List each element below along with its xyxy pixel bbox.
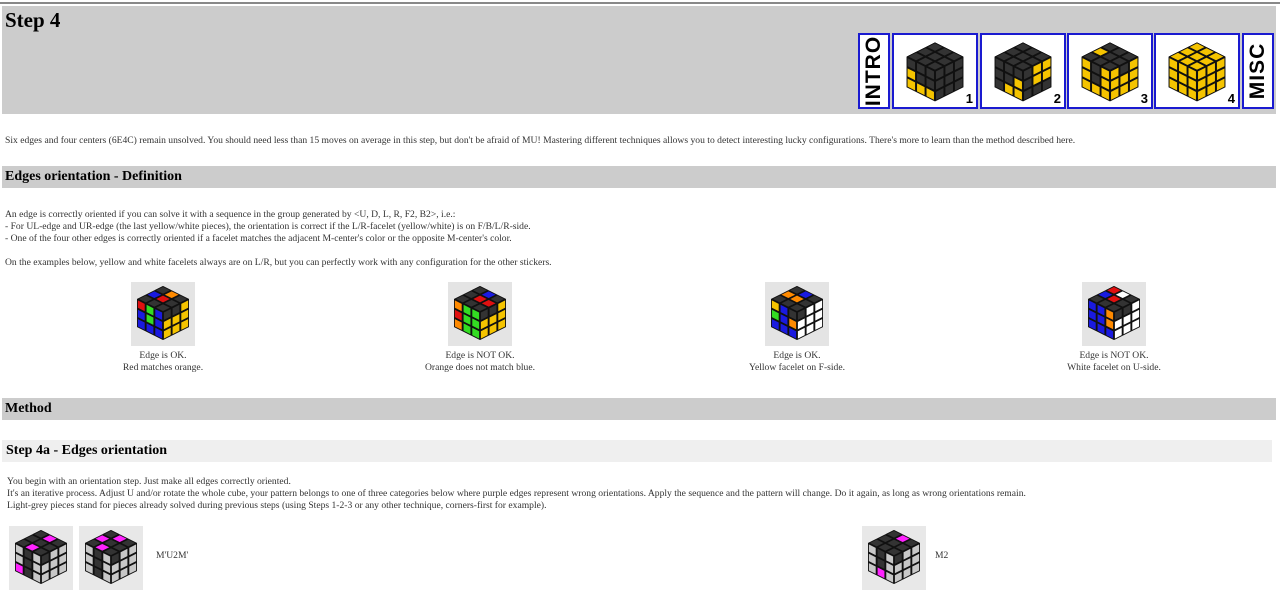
nav-step-number: 4 xyxy=(1227,91,1235,106)
definition-note: On the examples below, yellow and white … xyxy=(5,257,552,268)
example-edge-not-ok-2: Edge is NOT OK. White facelet on U-side. xyxy=(1014,282,1214,374)
top-rule xyxy=(0,2,1280,4)
definition-section-header: Edges orientation - Definition xyxy=(2,166,1276,188)
cube-example-4-image xyxy=(1082,282,1146,346)
cube-example-2-image xyxy=(448,282,512,346)
page-header: Step 4 INTRO 1 2 3 4 MISC xyxy=(2,6,1276,114)
definition-heading: Edges orientation - Definition xyxy=(5,169,182,184)
example-caption: Edge is NOT OK. Orange does not match bl… xyxy=(424,350,536,373)
nav-step-number: 2 xyxy=(1053,91,1061,106)
definition-line: - For UL-edge and UR-edge (the last yell… xyxy=(5,221,531,232)
orientation-pattern-image xyxy=(79,526,143,590)
definition-line: - One of the four other edges is correct… xyxy=(5,233,512,244)
definition-line: An edge is correctly oriented if you can… xyxy=(5,209,456,220)
step4a-line: You begin with an orientation step. Just… xyxy=(7,476,291,487)
cube-example-3-image xyxy=(765,282,829,346)
nav-step-number: 1 xyxy=(965,91,973,106)
nav-misc-link[interactable]: MISC xyxy=(1242,33,1274,109)
step4a-line: It's an iterative process. Adjust U and/… xyxy=(7,488,1026,499)
cube-step4-icon xyxy=(1168,42,1226,102)
nav-step-4-link[interactable]: 4 xyxy=(1154,33,1240,109)
example-caption: Edge is OK. Yellow facelet on F-side. xyxy=(748,350,845,373)
nav-intro-link[interactable]: INTRO xyxy=(858,33,890,109)
cube-step2-icon xyxy=(994,42,1052,102)
example-edge-ok-2: Edge is OK. Yellow facelet on F-side. xyxy=(697,282,897,374)
orientation-pattern-image xyxy=(9,526,73,590)
nav-step-3-link[interactable]: 3 xyxy=(1067,33,1153,109)
example-edge-not-ok-1: Edge is NOT OK. Orange does not match bl… xyxy=(380,282,580,374)
nav-step-1-link[interactable]: 1 xyxy=(892,33,978,109)
method-section-header: Method xyxy=(2,398,1276,420)
step4a-subsection-header: Step 4a - Edges orientation xyxy=(2,440,1272,462)
algorithm-sequence: M2 xyxy=(935,550,949,561)
cube-step3-icon xyxy=(1081,42,1139,102)
method-heading: Method xyxy=(5,401,52,416)
intro-paragraph: Six edges and four centers (6E4C) remain… xyxy=(5,135,1076,146)
cube-step1-icon xyxy=(906,42,964,102)
example-caption: Edge is OK. Red matches orange. xyxy=(122,350,204,373)
example-edge-ok-1: Edge is OK. Red matches orange. xyxy=(63,282,263,374)
step4a-heading: Step 4a - Edges orientation xyxy=(6,443,167,458)
nav-step-number: 3 xyxy=(1140,91,1148,106)
cube-example-1-image xyxy=(131,282,195,346)
algorithm-sequence: M'U2M' xyxy=(156,550,189,561)
page-title: Step 4 xyxy=(5,8,61,32)
nav-intro-label: INTRO xyxy=(862,35,885,107)
nav-misc-label: MISC xyxy=(1246,42,1269,100)
example-caption: Edge is NOT OK. White facelet on U-side. xyxy=(1067,350,1161,373)
nav-step-2-link[interactable]: 2 xyxy=(980,33,1066,109)
step4a-line: Light-grey pieces stand for pieces alrea… xyxy=(7,500,547,511)
orientation-pattern-image xyxy=(862,526,926,590)
